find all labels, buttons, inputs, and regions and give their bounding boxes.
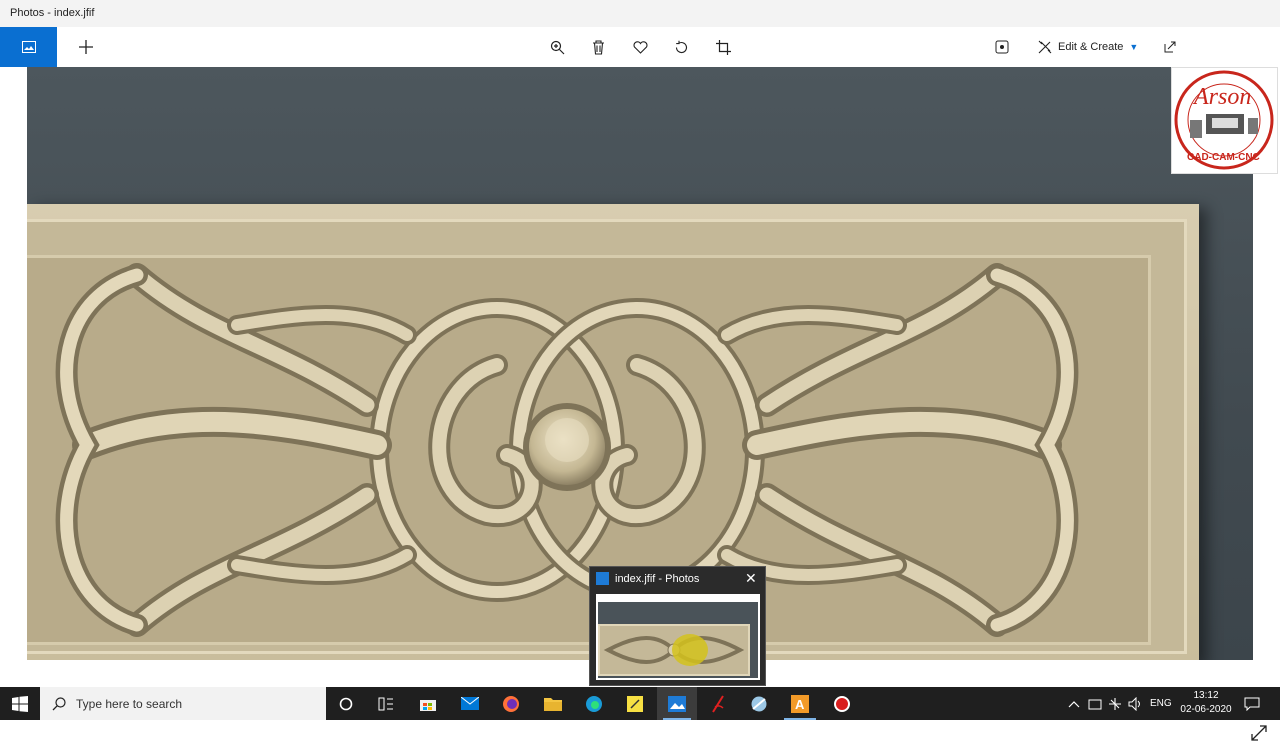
zoom-in-icon <box>550 40 564 54</box>
delete-icon <box>592 39 604 55</box>
search-placeholder: Type here to search <box>76 696 183 711</box>
folder-icon <box>544 698 562 711</box>
taskbar-app-globe[interactable] <box>739 687 779 720</box>
clock-date: 02-06-2020 <box>1180 704 1232 715</box>
device-icon <box>1088 699 1102 709</box>
taskbar-store[interactable] <box>408 687 448 720</box>
tray-volume-button[interactable] <box>1128 687 1144 720</box>
notifications-icon <box>1244 697 1260 711</box>
delete-button[interactable] <box>588 37 608 57</box>
firefox-icon <box>503 695 519 712</box>
taskbar-recorder[interactable] <box>822 687 862 720</box>
taskbar-file-explorer[interactable] <box>533 687 573 720</box>
clock-time: 13:12 <box>1193 690 1219 701</box>
windows-taskbar: Type here to search A ENG 13:12 02-06-20… <box>0 687 1280 720</box>
store-icon <box>420 699 436 711</box>
windows-icon <box>12 695 28 712</box>
rotate-icon <box>675 40 687 53</box>
chevron-down-icon: ▼ <box>1129 42 1139 52</box>
logo-wordmark: Arson <box>1192 84 1251 110</box>
taskbar-aspire[interactable]: A <box>780 687 820 720</box>
favorite-button[interactable] <box>630 37 650 57</box>
taskbar-edge[interactable] <box>574 687 614 720</box>
logo-tagline: CAD-CAM-CNC <box>1187 152 1260 163</box>
action-center-button[interactable] <box>1244 687 1260 720</box>
add-button[interactable] <box>74 35 98 59</box>
view-icon <box>995 40 1009 54</box>
taskbar-photos[interactable] <box>657 687 697 720</box>
show-hidden-icons-button[interactable] <box>1068 687 1080 720</box>
language-label: ENG <box>1150 698 1172 709</box>
edit-create-menu[interactable]: Edit & Create ▼ <box>1038 38 1138 56</box>
tray-device-button[interactable] <box>1088 687 1102 720</box>
collection-button[interactable] <box>0 27 57 67</box>
system-clock[interactable]: 13:12 02-06-2020 <box>1176 689 1236 717</box>
logo-graphic: Arson CAD-CAM-CNC <box>1174 70 1274 170</box>
share-button[interactable] <box>1160 37 1180 57</box>
photos-app-icon <box>596 572 609 585</box>
taskbar-thumbnail-preview[interactable]: index.jfif - Photos ✕ <box>589 566 766 686</box>
chevron-up-icon <box>1068 700 1080 707</box>
taskbar-search-box[interactable]: Type here to search <box>40 687 326 720</box>
globe-icon <box>751 696 767 711</box>
mail-icon <box>461 697 479 710</box>
share-icon <box>1164 41 1176 53</box>
cortana-icon <box>339 697 353 710</box>
photos-toolbar: Edit & Create ▼ <box>0 27 1280 67</box>
volume-icon <box>1128 696 1140 711</box>
taskbar-mail[interactable] <box>450 687 490 720</box>
edit-create-label: Edit & Create <box>1058 41 1124 53</box>
search-icon <box>52 696 66 710</box>
fullscreen-button[interactable] <box>1250 724 1270 744</box>
rotate-button[interactable] <box>671 37 691 57</box>
title-bar: Photos - index.jfif <box>0 0 1280 27</box>
taskbar-sticky-notes[interactable] <box>615 687 655 720</box>
sticky-notes-icon <box>627 695 643 712</box>
pdf-icon <box>712 694 724 713</box>
plus-icon <box>79 40 93 54</box>
photos-icon <box>668 695 686 712</box>
tray-network-button[interactable] <box>1108 687 1122 720</box>
slideshow-button[interactable] <box>992 37 1012 57</box>
window-title: Photos - index.jfif <box>10 7 95 19</box>
preview-title: index.jfif - Photos <box>615 573 700 585</box>
taskbar-pdf-reader[interactable] <box>698 687 738 720</box>
expand-icon <box>1251 725 1267 741</box>
taskbar-firefox[interactable] <box>491 687 531 720</box>
task-view-button[interactable] <box>366 687 406 720</box>
tray-language[interactable]: ENG <box>1150 687 1172 720</box>
edit-icon <box>1038 40 1052 54</box>
arson-cad-cam-cnc-logo: Arson CAD-CAM-CNC <box>1171 67 1278 174</box>
cortana-button[interactable] <box>326 687 366 720</box>
task-view-icon <box>378 697 393 710</box>
zoom-button[interactable] <box>547 37 567 57</box>
preview-thumbnail <box>596 594 760 680</box>
network-icon <box>1109 697 1121 710</box>
crop-icon <box>715 39 731 55</box>
close-icon[interactable]: ✕ <box>745 570 757 587</box>
crop-button[interactable] <box>713 37 733 57</box>
aspire-icon: A <box>791 694 809 713</box>
start-button[interactable] <box>0 687 40 720</box>
svg-text:A: A <box>795 697 805 712</box>
image-icon <box>21 41 36 53</box>
record-icon <box>834 695 850 712</box>
edge-icon <box>586 695 602 712</box>
heart-icon <box>633 40 647 54</box>
